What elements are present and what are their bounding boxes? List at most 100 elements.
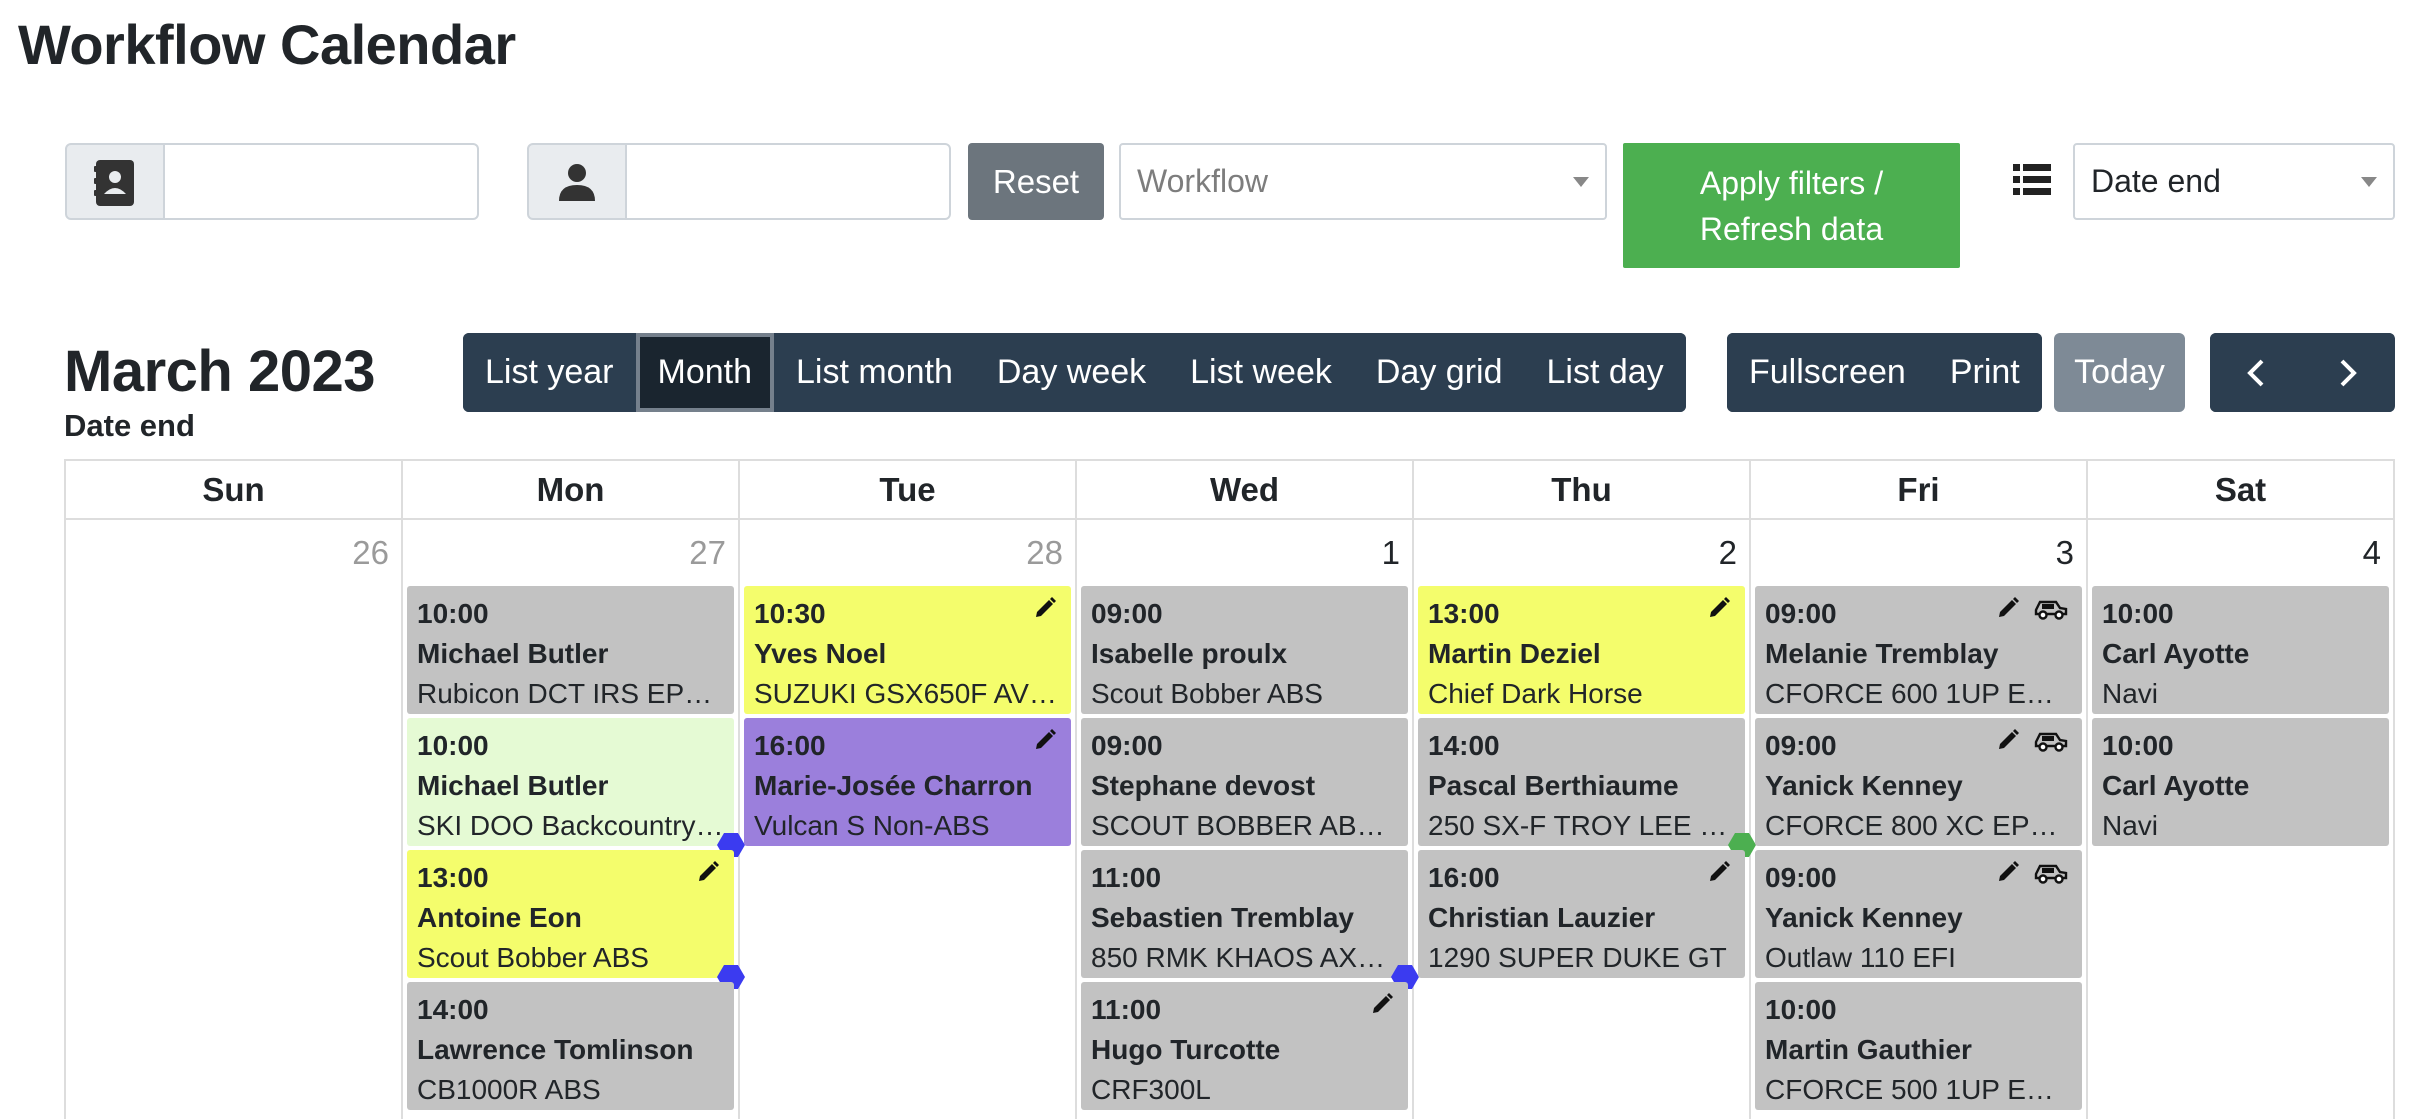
user-search-input[interactable]: [627, 143, 951, 220]
event-vehicle-description: Scout Bobber ABS: [417, 942, 649, 973]
calendar-event[interactable]: 10:00 Michael Butler SKI DOO Backcountry …: [407, 718, 745, 857]
calendar-event[interactable]: 11:00 Hugo Turcotte CRF300L: [1081, 982, 1408, 1110]
workflow-select[interactable]: Workflow: [1119, 143, 1607, 220]
pencil-icon[interactable]: [696, 860, 720, 884]
event-vehicle-description: Navi: [2102, 678, 2159, 709]
event-vehicle-description: 850 RMK KHAOS AXY…: [1091, 942, 1398, 973]
day-number[interactable]: 28: [740, 520, 1075, 586]
event-time: 13:00: [417, 862, 489, 893]
day-column: Fri 3 09:00 Melanie Tremblay CFORCE 600 1UP …: [1751, 461, 2088, 1119]
pencil-icon[interactable]: [1996, 728, 2020, 752]
calendar-event[interactable]: 11:00 Sebastien Tremblay 850 RMK KHAOS AXY…: [1081, 850, 1419, 989]
event-icons: [1033, 728, 1057, 752]
view-list-month-button[interactable]: List month: [774, 333, 975, 412]
view-list-year-button[interactable]: List year: [463, 333, 636, 412]
calendar-event[interactable]: 10:00 Carl Ayotte Navi: [2092, 586, 2389, 714]
day-of-week-header: Sat: [2088, 461, 2393, 520]
day-column: Mon 27 10:00 Michael Butler Rubicon DCT IRS …: [403, 461, 745, 1119]
calendar-event[interactable]: 16:00 Marie-Josée Charron Vulcan S Non-ABS: [744, 718, 1071, 846]
user-icon: [527, 143, 627, 220]
filter-bar: Reset Workflow Apply filters / Refresh d…: [65, 143, 2395, 271]
day-of-week-header: Tue: [740, 461, 1075, 520]
event-customer-name: Lawrence Tomlinson: [417, 1034, 694, 1065]
calendar-event[interactable]: 16:00 Christian Lauzier 1290 SUPER DUKE GT: [1418, 850, 1745, 978]
pencil-icon[interactable]: [1996, 860, 2020, 884]
calendar-event[interactable]: 13:00 Antoine Eon Scout Bobber ABS: [407, 850, 745, 989]
pencil-icon[interactable]: [1370, 992, 1394, 1016]
calendar-event[interactable]: 10:00 Michael Butler Rubicon DCT IRS EPS…: [407, 586, 734, 714]
today-button[interactable]: Today: [2054, 333, 2185, 412]
day-column: Sun 26: [66, 461, 403, 1119]
event-vehicle-description: SUZUKI GSX650F AV…: [754, 678, 1057, 709]
view-day-week-button[interactable]: Day week: [974, 333, 1169, 412]
day-number[interactable]: 3: [1751, 520, 2086, 586]
chevron-left-icon: [2247, 359, 2264, 386]
view-list-week-button[interactable]: List week: [1168, 333, 1354, 412]
apply-filters-button[interactable]: Apply filters / Refresh data: [1623, 143, 1960, 268]
chevron-down-icon: [2361, 177, 2377, 187]
calendar-event[interactable]: 09:00 Yanick Kenney Outlaw 110 EFI: [1755, 850, 2082, 978]
event-icons: [1370, 992, 1394, 1016]
day-of-week-header: Fri: [1751, 461, 2086, 520]
calendar-event[interactable]: 14:00 Pascal Berthiaume 250 SX-F TROY LEE …: [1418, 718, 1756, 857]
event-customer-name: Carl Ayotte: [2102, 638, 2250, 669]
truck-icon: [2034, 732, 2068, 752]
pencil-icon[interactable]: [1707, 596, 1731, 620]
print-button[interactable]: Print: [1927, 333, 2042, 412]
contact-search-input[interactable]: [165, 143, 479, 220]
event-vehicle-description: CFORCE 500 1UP EP…: [1765, 1074, 2072, 1105]
pencil-icon[interactable]: [1033, 728, 1057, 752]
event-time: 10:00: [417, 598, 489, 629]
event-customer-name: Yves Noel: [754, 638, 887, 669]
calendar-event[interactable]: 09:00 Melanie Tremblay CFORCE 600 1UP EP…: [1755, 586, 2082, 714]
day-column: Tue 28 10:30 Yves Noel SUZUKI GSX650F AV… 16:…: [740, 461, 1077, 1119]
calendar-event[interactable]: 09:00 Yanick Kenney CFORCE 800 XC EPS…: [1755, 718, 2082, 846]
event-time: 10:00: [2102, 730, 2174, 761]
user-filter: [527, 143, 951, 220]
event-time: 16:00: [1428, 862, 1500, 893]
view-list-day-button[interactable]: List day: [1524, 333, 1686, 412]
prev-button[interactable]: [2210, 333, 2302, 412]
page-title: Workflow Calendar: [18, 13, 516, 76]
reset-button[interactable]: Reset: [968, 143, 1104, 220]
day-number[interactable]: 2: [1414, 520, 1749, 586]
pencil-icon[interactable]: [1033, 596, 1057, 620]
event-customer-name: Melanie Tremblay: [1765, 638, 1999, 669]
contact-book-icon: [65, 143, 165, 220]
calendar-event[interactable]: 10:00 Carl Ayotte Navi: [2092, 718, 2389, 846]
calendar-event[interactable]: 10:30 Yves Noel SUZUKI GSX650F AV…: [744, 586, 1071, 714]
pencil-icon[interactable]: [1996, 596, 2020, 620]
view-switcher: List year Month List month Day week List wee…: [463, 333, 1686, 412]
calendar-event[interactable]: 13:00 Martin Deziel Chief Dark Horse: [1418, 586, 1745, 714]
day-number[interactable]: 4: [2088, 520, 2393, 586]
day-number[interactable]: 26: [66, 520, 401, 586]
event-time: 10:30: [754, 598, 826, 629]
calendar-event[interactable]: 09:00 Isabelle proulx Scout Bobber ABS: [1081, 586, 1408, 714]
calendar-event[interactable]: 10:00 Martin Gauthier CFORCE 500 1UP EP…: [1755, 982, 2082, 1110]
calendar-event[interactable]: 14:00 Lawrence Tomlinson CB1000R ABS: [407, 982, 734, 1110]
event-customer-name: Martin Deziel: [1428, 638, 1601, 669]
event-customer-name: Marie-Josée Charron: [754, 770, 1033, 801]
next-button[interactable]: [2302, 333, 2394, 412]
view-day-grid-button[interactable]: Day grid: [1353, 333, 1525, 412]
day-column: Sat 4 10:00 Carl Ayotte Navi 10:00 Carl Ayotte…: [2088, 461, 2395, 1119]
event-time: 14:00: [1428, 730, 1500, 761]
day-of-week-header: Sun: [66, 461, 401, 520]
event-customer-name: Yanick Kenney: [1765, 902, 1963, 933]
date-field-select[interactable]: Date end: [2073, 143, 2395, 220]
pencil-icon[interactable]: [1707, 860, 1731, 884]
event-time: 10:00: [2102, 598, 2174, 629]
truck-icon: [2034, 600, 2068, 620]
view-month-button[interactable]: Month: [635, 333, 774, 412]
event-customer-name: Carl Ayotte: [2102, 770, 2250, 801]
fullscreen-button[interactable]: Fullscreen: [1727, 333, 1928, 412]
day-column: Wed 1 09:00 Isabelle proulx Scout Bobber ABS…: [1077, 461, 1419, 1119]
calendar-event[interactable]: 09:00 Stephane devost SCOUT BOBBER ABS…: [1081, 718, 1408, 846]
event-customer-name: Michael Butler: [417, 638, 609, 669]
day-number[interactable]: 27: [403, 520, 738, 586]
event-customer-name: Hugo Turcotte: [1091, 1034, 1281, 1065]
event-vehicle-description: SCOUT BOBBER ABS…: [1091, 810, 1398, 841]
event-vehicle-description: SKI DOO Backcountry …: [417, 810, 724, 841]
day-column: Thu 2 13:00 Martin Deziel Chief Dark Horse 14…: [1414, 461, 1756, 1119]
day-number[interactable]: 1: [1077, 520, 1412, 586]
